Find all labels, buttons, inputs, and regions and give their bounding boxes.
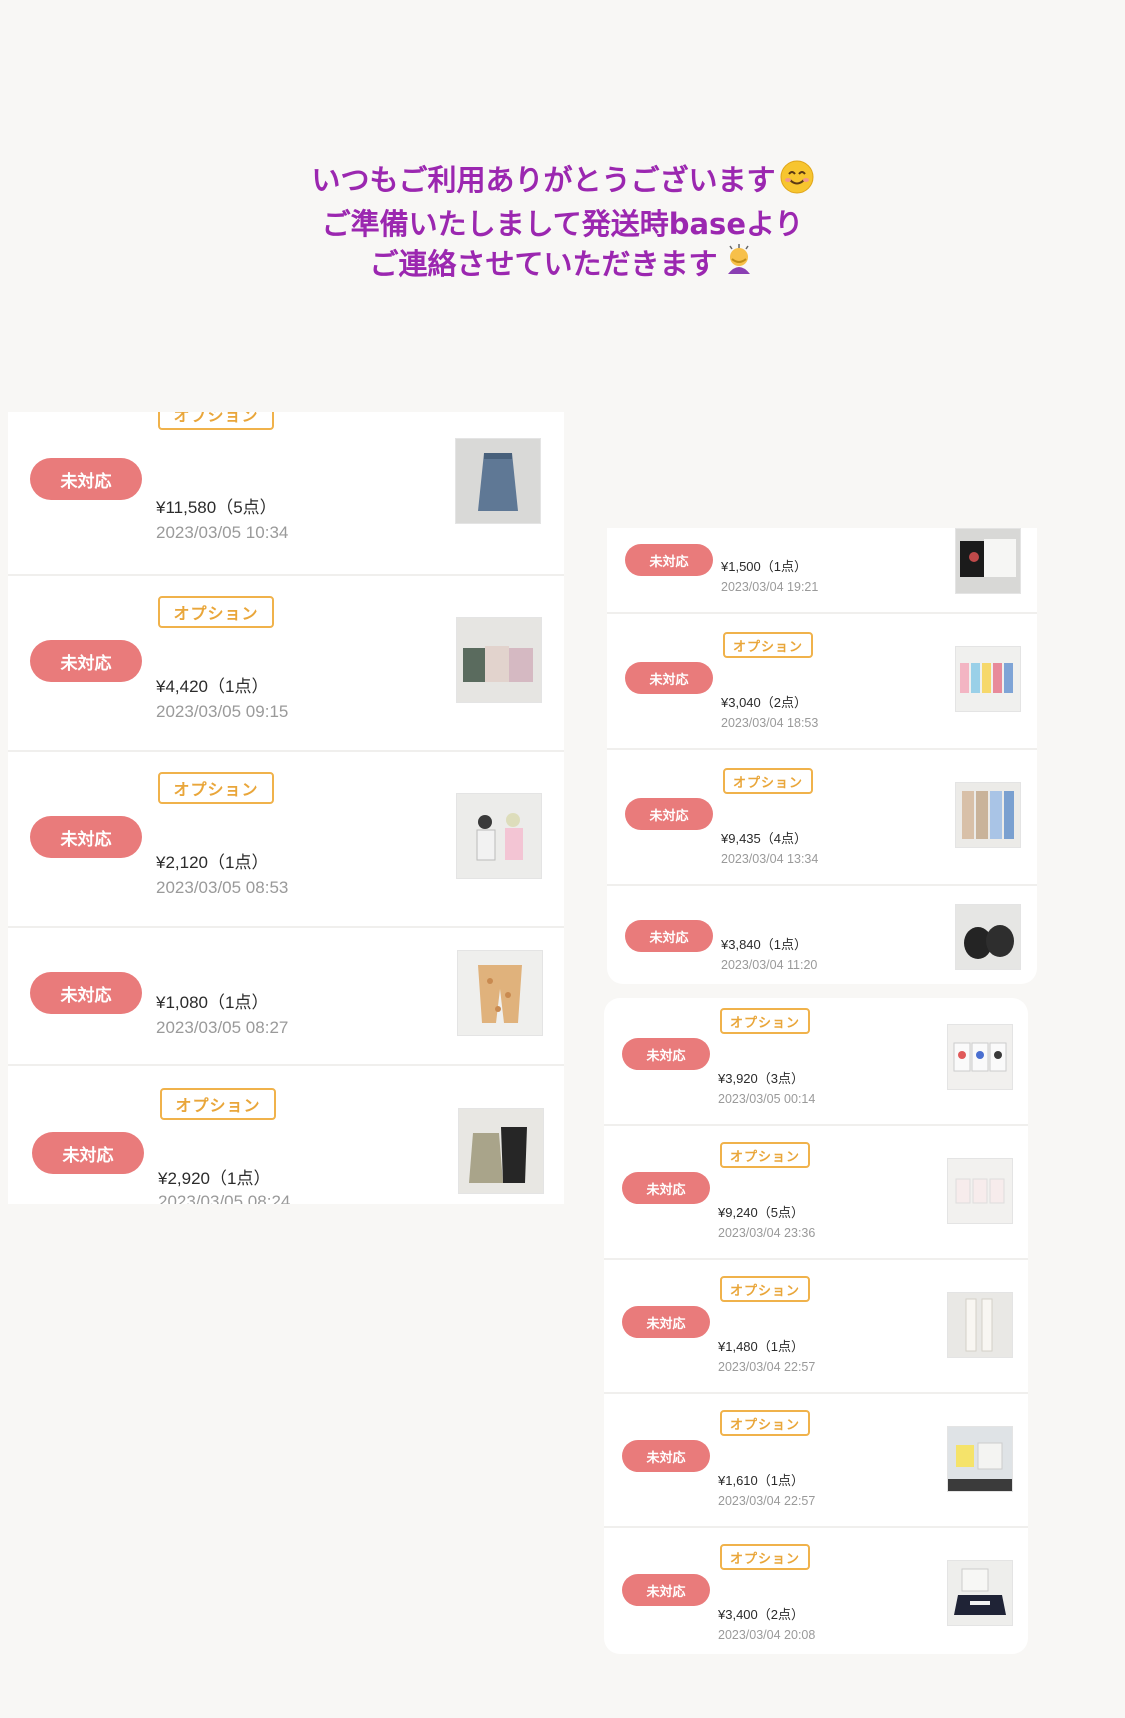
status-badge[interactable]: 未対応 — [32, 1132, 144, 1174]
product-thumbnail[interactable] — [455, 438, 541, 524]
order-date: 2023/03/04 18:53 — [721, 716, 819, 730]
product-thumbnail[interactable] — [458, 1108, 544, 1194]
order-price: ¥2,120（1点） — [156, 853, 269, 872]
order-price: ¥9,435（4点） — [721, 831, 807, 846]
headline-line-1: いつもご利用ありがとうございます — [311, 163, 776, 197]
product-thumbnail[interactable] — [955, 782, 1021, 848]
option-tag: オプション — [723, 632, 813, 658]
product-thumbnail[interactable] — [947, 1292, 1013, 1358]
order-row[interactable]: オプション 未対応 ¥4,420（1点） 2023/03/05 09:15 — [8, 574, 564, 752]
order-list-right-bottom: オプション 未対応 ¥3,920（3点） 2023/03/05 00:14 オプ… — [604, 998, 1028, 1654]
product-thumbnail[interactable] — [457, 950, 543, 1036]
order-price: ¥3,840（1点） — [721, 937, 807, 952]
order-row[interactable]: オプション 未対応 ¥2,120（1点） 2023/03/05 08:53 — [8, 750, 564, 928]
order-row[interactable]: オプション 未対応 ¥3,920（3点） 2023/03/05 00:14 — [604, 998, 1028, 1126]
status-badge[interactable]: 未対応 — [625, 798, 713, 830]
status-badge[interactable]: 未対応 — [30, 458, 142, 500]
product-thumbnail[interactable] — [456, 793, 542, 879]
product-thumbnail[interactable] — [456, 617, 542, 703]
bowing-person-emoji-icon — [722, 244, 756, 288]
order-row[interactable]: オプション 未対応 ¥3,040（2点） 2023/03/04 18:53 — [607, 612, 1037, 750]
order-date: 2023/03/04 22:57 — [718, 1360, 816, 1374]
status-badge[interactable]: 未対応 — [622, 1574, 710, 1606]
option-tag: オプション — [720, 1142, 810, 1168]
order-row[interactable]: 未対応 ¥1,080（1点） 2023/03/05 08:27 — [8, 926, 564, 1066]
option-tag: オプション — [158, 596, 274, 628]
product-thumbnail[interactable] — [947, 1024, 1013, 1090]
order-row[interactable]: オプション 未対応 ¥9,435（4点） 2023/03/04 13:34 — [607, 748, 1037, 886]
order-price: ¥3,040（2点） — [721, 695, 807, 710]
order-price: ¥3,400（2点） — [718, 1607, 804, 1622]
option-tag: オプション — [158, 412, 274, 430]
order-date: 2023/03/05 10:34 — [156, 523, 289, 542]
order-price: ¥1,080（1点） — [156, 993, 269, 1012]
order-date: 2023/03/04 22:57 — [718, 1494, 816, 1508]
thank-you-message: いつもご利用ありがとうございます ご準備いたしまして発送時baseより ご連絡さ… — [0, 160, 1125, 288]
status-badge[interactable]: 未対応 — [625, 662, 713, 694]
option-tag: オプション — [720, 1276, 810, 1302]
order-price: ¥9,240（5点） — [718, 1205, 804, 1220]
order-row[interactable]: オプション 未対応 ¥3,400（2点） 2023/03/04 20:08 — [604, 1526, 1028, 1654]
option-tag: オプション — [720, 1410, 810, 1436]
product-thumbnail[interactable] — [955, 528, 1021, 594]
order-row[interactable]: オプション 未対応 ¥9,240（5点） 2023/03/04 23:36 — [604, 1124, 1028, 1260]
headline-line-2: ご準備いたしまして発送時baseより — [321, 207, 804, 241]
order-date: 2023/03/05 08:24 — [158, 1192, 291, 1204]
product-thumbnail[interactable] — [955, 904, 1021, 970]
order-date: 2023/03/05 09:15 — [156, 702, 289, 721]
order-list-left: オプション 未対応 ¥11,580（5点） 2023/03/05 10:34 オ… — [8, 412, 564, 1204]
product-thumbnail[interactable] — [947, 1560, 1013, 1626]
option-tag: オプション — [158, 772, 274, 804]
status-badge[interactable]: 未対応 — [30, 816, 142, 858]
option-tag: オプション — [720, 1008, 810, 1034]
option-tag: オプション — [160, 1088, 276, 1120]
order-date: 2023/03/04 20:08 — [718, 1628, 816, 1642]
status-badge[interactable]: 未対応 — [622, 1038, 710, 1070]
order-row[interactable]: 未対応 ¥3,840（1点） 2023/03/04 11:20 — [607, 884, 1037, 984]
order-date: 2023/03/04 11:20 — [721, 958, 818, 972]
order-row[interactable]: オプション 未対応 ¥11,580（5点） 2023/03/05 10:34 — [8, 412, 564, 576]
order-date: 2023/03/05 00:14 — [718, 1092, 816, 1106]
status-badge[interactable]: 未対応 — [625, 920, 713, 952]
order-row[interactable]: オプション 未対応 ¥2,920（1点） 2023/03/05 08:24 — [8, 1064, 564, 1204]
order-price: ¥4,420（1点） — [156, 677, 269, 696]
status-badge[interactable]: 未対応 — [30, 640, 142, 682]
order-date: 2023/03/04 19:21 — [721, 580, 819, 594]
order-date: 2023/03/05 08:53 — [156, 878, 289, 897]
status-badge[interactable]: 未対応 — [622, 1440, 710, 1472]
status-badge[interactable]: 未対応 — [30, 972, 142, 1014]
order-row[interactable]: オプション 未対応 ¥1,480（1点） 2023/03/04 22:57 — [604, 1258, 1028, 1394]
product-thumbnail[interactable] — [947, 1158, 1013, 1224]
status-badge[interactable]: 未対応 — [625, 544, 713, 576]
headline-line-3: ご連絡させていただきます — [369, 247, 718, 281]
order-price: ¥3,920（3点） — [718, 1071, 804, 1086]
order-row[interactable]: オプション 未対応 ¥1,610（1点） 2023/03/04 22:57 — [604, 1392, 1028, 1528]
order-price: ¥11,580（5点） — [156, 498, 277, 517]
order-price: ¥1,500（1点） — [721, 559, 807, 574]
order-price: ¥2,920（1点） — [158, 1169, 271, 1188]
product-thumbnail[interactable] — [955, 646, 1021, 712]
order-date: 2023/03/05 08:27 — [156, 1018, 289, 1037]
option-tag: オプション — [723, 768, 813, 794]
order-price: ¥1,480（1点） — [718, 1339, 804, 1354]
order-date: 2023/03/04 23:36 — [718, 1226, 816, 1240]
option-tag: オプション — [720, 1544, 810, 1570]
order-row[interactable]: 未対応 ¥1,500（1点） 2023/03/04 19:21 — [607, 528, 1037, 614]
product-thumbnail[interactable] — [947, 1426, 1013, 1492]
order-list-right-top: 未対応 ¥1,500（1点） 2023/03/04 19:21 オプション 未対… — [607, 528, 1037, 984]
status-badge[interactable]: 未対応 — [622, 1306, 710, 1338]
order-price: ¥1,610（1点） — [718, 1473, 804, 1488]
order-date: 2023/03/04 13:34 — [721, 852, 819, 866]
status-badge[interactable]: 未対応 — [622, 1172, 710, 1204]
smiling-face-emoji-icon — [780, 160, 814, 204]
